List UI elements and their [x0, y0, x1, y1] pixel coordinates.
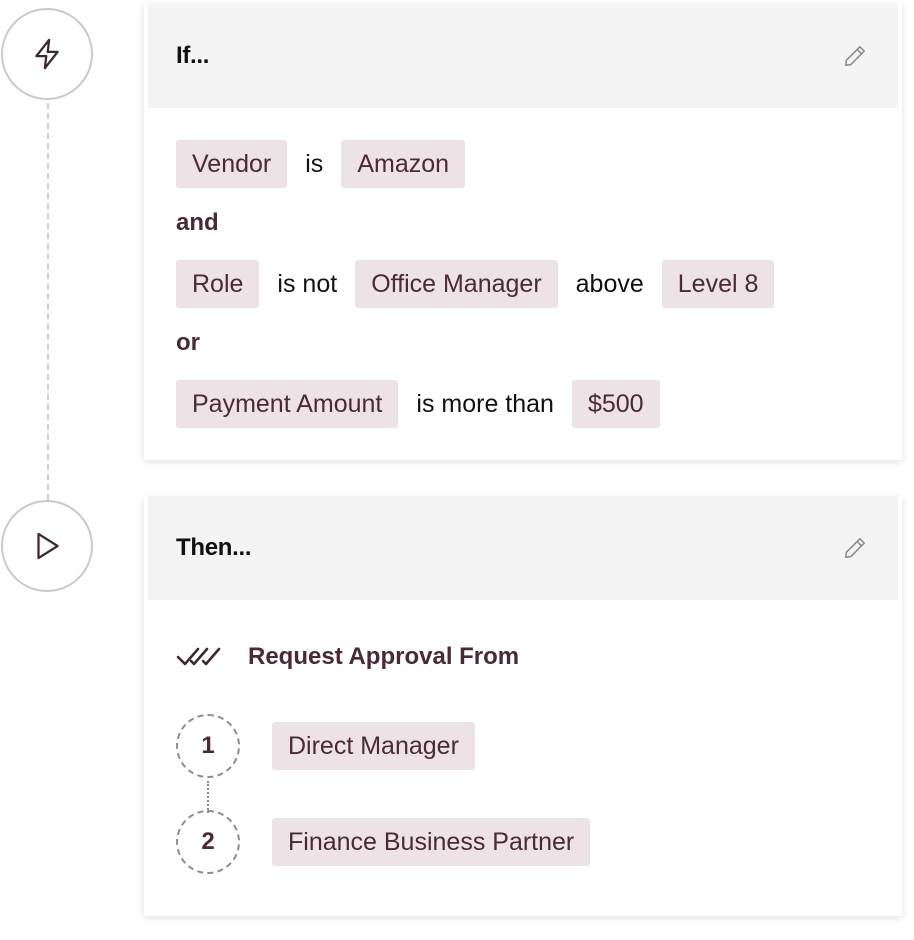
- edit-action-button[interactable]: [840, 533, 870, 563]
- approver-chip[interactable]: Finance Business Partner: [272, 818, 591, 866]
- condition-title: If...: [176, 42, 210, 69]
- condition-row-role: Role is not Office Manager above Level 8: [176, 260, 775, 308]
- operator-text: is more than: [416, 389, 554, 418]
- field-chip[interactable]: Vendor: [176, 140, 288, 188]
- operator-text: is: [305, 149, 324, 178]
- value-chip[interactable]: $500: [571, 380, 660, 428]
- operator-text: is not: [277, 269, 338, 298]
- value-chip[interactable]: Office Manager: [355, 260, 558, 308]
- action-step-icon: [1, 500, 93, 592]
- field-chip[interactable]: Payment Amount: [176, 380, 399, 428]
- step-number: 2: [176, 810, 240, 874]
- approver-chip[interactable]: Direct Manager: [272, 722, 475, 770]
- step-connector: [207, 781, 209, 813]
- action-type-row: Request Approval From: [176, 637, 519, 677]
- approver-step: 1 Direct Manager: [176, 714, 475, 778]
- operator-text: above: [575, 269, 644, 298]
- step-number: 1: [176, 714, 240, 778]
- action-card: Then... Request Approval From 1 Direct M…: [144, 496, 902, 916]
- value-chip[interactable]: Amazon: [341, 140, 466, 188]
- field-chip[interactable]: Role: [176, 260, 260, 308]
- action-label: Request Approval From: [248, 643, 520, 670]
- timeline-connector: [47, 103, 49, 500]
- double-check-icon: [176, 647, 221, 666]
- logic-connector-or: or: [176, 329, 200, 356]
- action-title: Then...: [176, 534, 252, 561]
- approver-step: 2 Finance Business Partner: [176, 810, 591, 874]
- condition-row-amount: Payment Amount is more than $500: [176, 380, 660, 428]
- edit-condition-button[interactable]: [840, 41, 870, 71]
- value-chip[interactable]: Level 8: [661, 260, 775, 308]
- trigger-step-icon: [1, 8, 93, 100]
- lightning-icon: [35, 38, 59, 70]
- play-icon: [37, 532, 59, 560]
- action-header: Then...: [148, 496, 898, 600]
- condition-row-vendor: Vendor is Amazon: [176, 140, 466, 188]
- condition-header: If...: [148, 4, 898, 108]
- pencil-icon: [845, 46, 865, 66]
- condition-card: If... Vendor is Amazon and Role is not O…: [144, 4, 902, 460]
- logic-connector-and: and: [176, 209, 219, 236]
- pencil-icon: [845, 538, 865, 558]
